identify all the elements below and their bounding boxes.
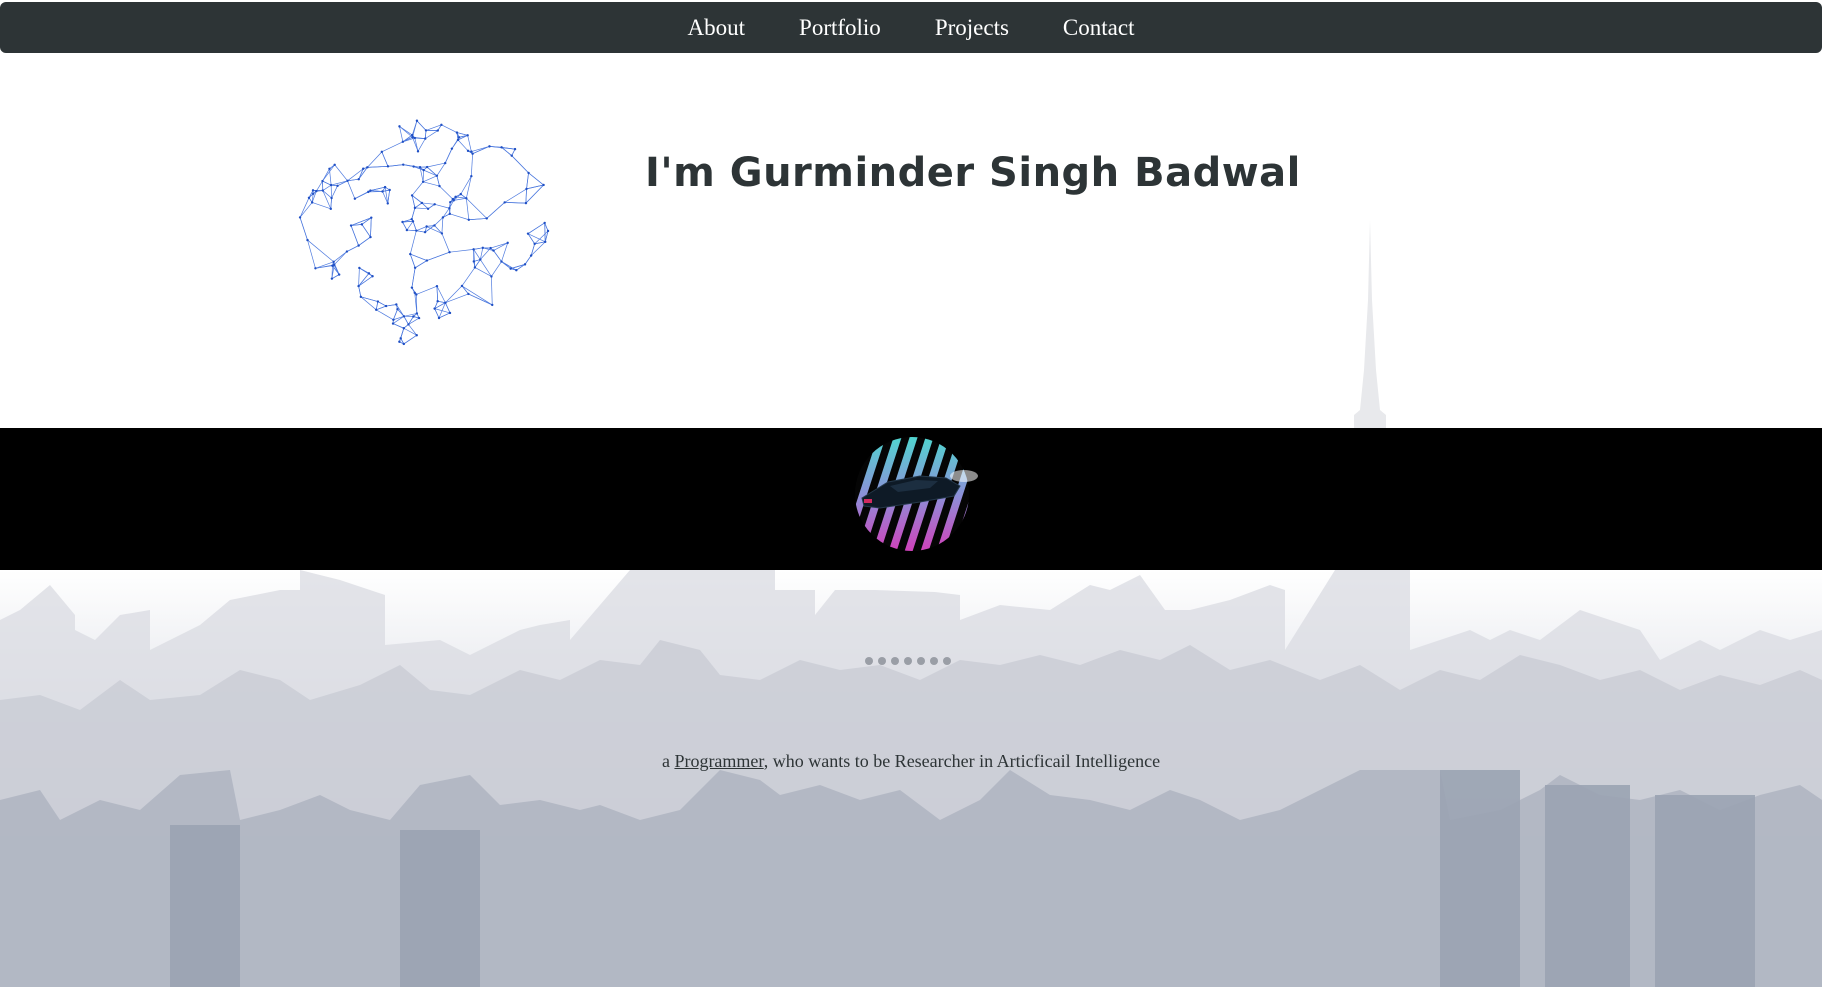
tagline: a Programmer, who wants to be Researcher… (0, 751, 1822, 772)
tagline-suffix: , who wants to be Researcher in Articfic… (763, 751, 1161, 771)
loading-dot (865, 657, 873, 665)
city-skyline-background (0, 570, 1822, 987)
nav-contact-link[interactable]: Contact (1063, 15, 1135, 41)
tagline-prefix: a (661, 751, 675, 771)
tagline-highlight: Programmer (674, 751, 764, 771)
nav-about-link[interactable]: About (688, 15, 746, 41)
nav-projects-link[interactable]: Projects (935, 15, 1009, 41)
loading-dot (891, 657, 899, 665)
loading-dot (943, 657, 951, 665)
loading-dot (904, 657, 912, 665)
tower-silhouette (1354, 220, 1386, 430)
loading-dots (865, 657, 951, 665)
network-brain-icon (298, 119, 550, 346)
top-navbar: About Portfolio Projects Contact (0, 2, 1822, 53)
hero-headline: I'm Gurminder Singh Badwal (645, 150, 1301, 196)
loading-dot (878, 657, 886, 665)
loading-dot (917, 657, 925, 665)
retro-car-sunset-icon (855, 437, 978, 551)
loading-dot (930, 657, 938, 665)
nav-portfolio-link[interactable]: Portfolio (799, 15, 881, 41)
skyline-illustration (0, 570, 1822, 987)
